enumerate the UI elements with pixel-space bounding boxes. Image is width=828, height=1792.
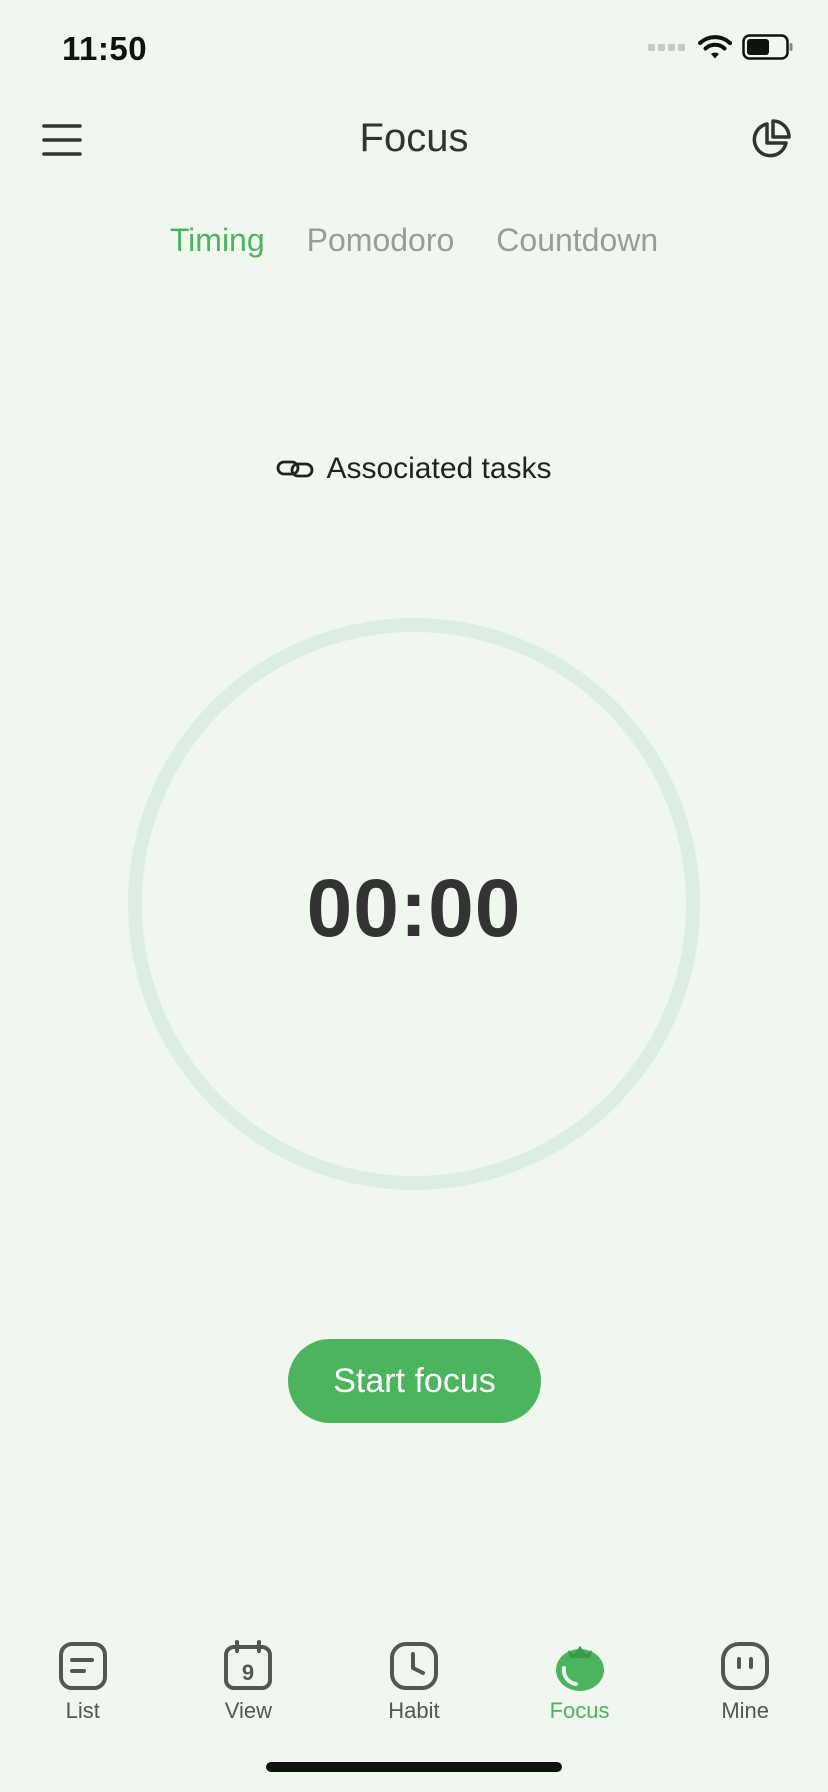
clock-icon — [389, 1642, 438, 1690]
tab-list-label: List — [65, 1698, 100, 1723]
battery-icon — [742, 34, 793, 60]
associated-tasks-label: Associated tasks — [326, 452, 552, 485]
tab-timing[interactable]: Timing — [170, 222, 265, 259]
tab-countdown[interactable]: Countdown — [496, 222, 658, 259]
header: Focus — [0, 100, 828, 180]
link-icon — [277, 460, 314, 478]
tab-mine-label: Mine — [721, 1698, 770, 1723]
signal-icon — [648, 44, 685, 51]
face-icon — [721, 1642, 770, 1690]
tab-pomodoro[interactable]: Pomodoro — [307, 222, 455, 259]
home-indicator[interactable] — [266, 1762, 562, 1772]
focus-screen: 11:50 Focus Timing Pomodoro Countdown As… — [0, 0, 828, 1792]
mode-tabs: Timing Pomodoro Countdown — [0, 222, 828, 259]
tab-focus-label: Focus — [549, 1698, 610, 1723]
calendar-icon: 9 — [224, 1640, 273, 1690]
associated-tasks-button[interactable]: Associated tasks — [0, 452, 828, 486]
tab-mine[interactable]: Mine — [662, 1620, 828, 1730]
page-title: Focus — [359, 116, 469, 160]
bottom-tab-bar: List 9 View Habit Focus Mine — [0, 1620, 828, 1730]
wifi-icon — [698, 35, 732, 59]
tab-focus[interactable]: Focus — [497, 1620, 663, 1730]
tab-view-label: View — [224, 1698, 273, 1723]
status-bar: 11:50 — [0, 0, 828, 100]
tab-view[interactable]: 9 View — [166, 1620, 332, 1730]
status-time: 11:50 — [62, 30, 148, 67]
status-icons — [648, 34, 794, 60]
tomato-icon — [555, 1646, 604, 1691]
tab-habit-label: Habit — [388, 1698, 440, 1723]
tab-habit[interactable]: Habit — [331, 1620, 497, 1730]
list-icon — [58, 1642, 107, 1690]
statistics-button[interactable] — [748, 118, 792, 162]
calendar-day: 9 — [242, 1660, 254, 1685]
timer-display: 00:00 — [306, 863, 522, 954]
start-focus-button[interactable]: Start focus — [288, 1339, 541, 1423]
pie-chart-icon — [752, 119, 791, 158]
tab-list[interactable]: List — [0, 1620, 166, 1730]
